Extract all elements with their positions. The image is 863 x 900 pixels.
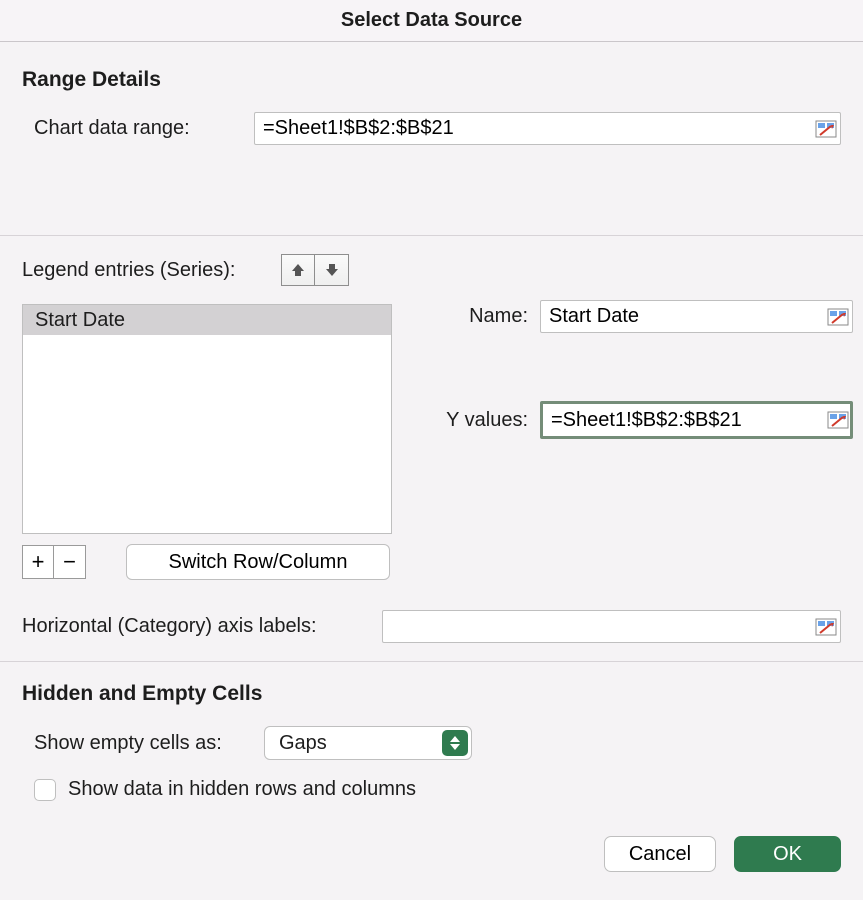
axis-labels-input[interactable] <box>382 610 841 643</box>
show-empty-select[interactable]: Gaps <box>264 726 472 760</box>
ok-button[interactable]: OK <box>734 836 841 872</box>
range-details-heading: Range Details <box>22 68 841 92</box>
show-hidden-data-checkbox[interactable] <box>34 779 56 801</box>
chart-data-range-input[interactable] <box>254 112 841 145</box>
legend-entries-label: Legend entries (Series): <box>22 259 235 282</box>
select-data-source-dialog: Select Data Source Range Details Chart d… <box>0 0 863 900</box>
hidden-empty-section: Hidden and Empty Cells Show empty cells … <box>0 662 863 801</box>
arrow-up-icon <box>291 263 305 277</box>
show-empty-label: Show empty cells as: <box>34 732 264 755</box>
move-down-button[interactable] <box>315 254 349 286</box>
title-bar: Select Data Source <box>0 0 863 42</box>
axis-labels-label: Horizontal (Category) axis labels: <box>22 615 382 638</box>
range-picker-icon[interactable] <box>815 120 837 138</box>
range-picker-icon[interactable] <box>815 618 837 636</box>
series-name-input[interactable] <box>540 300 853 333</box>
series-name-label: Name: <box>422 305 540 328</box>
remove-series-button[interactable]: − <box>54 545 86 579</box>
series-item[interactable]: Start Date <box>23 305 391 335</box>
chart-data-range-label: Chart data range: <box>22 117 254 140</box>
show-hidden-data-label: Show data in hidden rows and columns <box>68 778 416 801</box>
hidden-empty-heading: Hidden and Empty Cells <box>22 682 841 706</box>
range-details-section: Range Details Chart data range: <box>0 42 863 235</box>
range-picker-icon[interactable] <box>827 411 849 429</box>
arrow-down-icon <box>325 263 339 277</box>
y-values-input[interactable] <box>540 401 853 439</box>
move-series-buttons <box>281 254 349 286</box>
range-picker-icon[interactable] <box>827 308 849 326</box>
switch-row-column-button[interactable]: Switch Row/Column <box>126 544 390 580</box>
footer-buttons: Cancel OK <box>604 836 841 872</box>
add-series-button[interactable]: + <box>22 545 54 579</box>
move-up-button[interactable] <box>281 254 315 286</box>
dialog-title: Select Data Source <box>341 9 522 32</box>
y-values-label: Y values: <box>422 409 540 432</box>
series-listbox[interactable]: Start Date <box>22 304 392 534</box>
cancel-button[interactable]: Cancel <box>604 836 716 872</box>
